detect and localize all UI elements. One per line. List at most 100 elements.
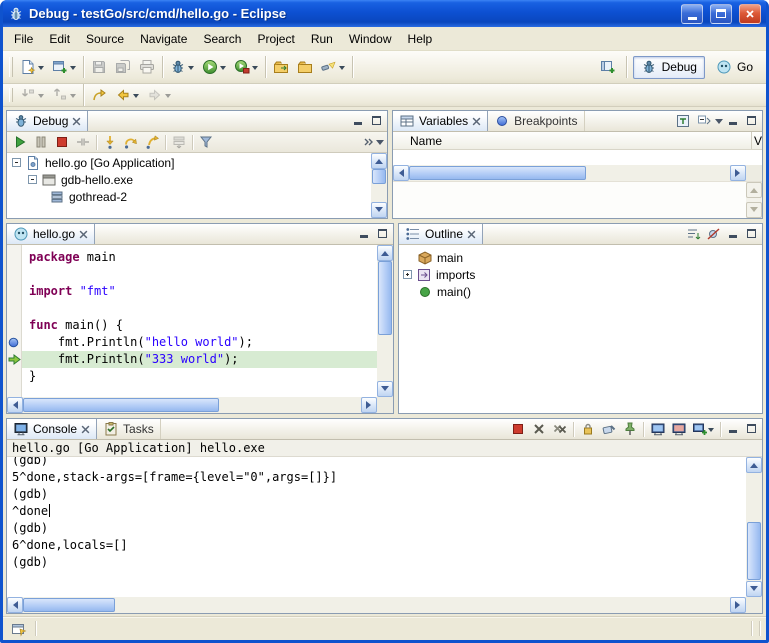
debug-launch-button[interactable] [166,55,198,80]
sort-button[interactable] [683,226,702,243]
scroll-left-button[interactable] [7,597,23,613]
next-annotation-button[interactable] [16,86,48,105]
terminate-button[interactable] [52,133,72,151]
tree-item-process[interactable]: gdb-hello.exe [7,171,371,188]
search-button[interactable] [317,55,349,80]
outline-item-imports[interactable]: imports [399,266,762,283]
code-editor[interactable]: package main import "fmt" func main() { … [22,245,377,397]
expander-icon[interactable] [12,158,21,167]
menu-search[interactable]: Search [195,29,249,49]
scroll-thumb[interactable] [372,169,386,184]
menu-run[interactable]: Run [303,29,341,49]
maximize-view-button[interactable] [743,227,759,242]
tab-variables[interactable]: Variables [393,111,488,131]
scroll-track[interactable] [409,165,730,181]
scroll-right-button[interactable] [361,397,377,413]
step-return-button[interactable] [142,133,162,151]
code-line[interactable]: func main() { [29,317,377,334]
maximize-view-button[interactable] [368,114,384,129]
scroll-track[interactable] [23,397,361,413]
close-tab-icon[interactable] [467,230,476,239]
show-stderr-button[interactable] [669,421,688,438]
detail-text-area[interactable] [393,182,746,218]
menu-project[interactable]: Project [249,29,302,49]
new-element-button[interactable] [48,55,80,80]
variables-tree[interactable] [393,150,762,165]
minimize-button[interactable] [681,4,703,24]
tree-item-thread[interactable]: gothread-2 [7,188,371,205]
console-output[interactable]: (gdb) 5^done,stack-args=[frame={level="0… [7,457,746,597]
fast-view-button[interactable] [9,620,28,637]
resume-button[interactable] [10,133,30,151]
collapse-all-button[interactable] [694,113,713,130]
back-button[interactable] [111,86,143,105]
step-over-button[interactable] [121,133,141,151]
suspend-button[interactable] [31,133,51,151]
open-resource-button[interactable] [293,55,317,80]
scroll-track[interactable] [23,597,730,613]
tree-item-launch[interactable]: hello.go [Go Application] [7,154,371,171]
scroll-thumb[interactable] [23,398,219,412]
expander-icon[interactable] [28,175,37,184]
toolbar-overflow-icon[interactable] [363,136,375,148]
minimize-view-button[interactable] [725,114,741,129]
open-perspective-button[interactable] [596,55,620,80]
tab-tasks[interactable]: Tasks [97,419,161,439]
remove-all-launches-button[interactable] [550,421,569,438]
title-bar[interactable]: Debug - testGo/src/cmd/hello.go - Eclips… [3,0,766,27]
close-tab-icon[interactable] [472,117,481,126]
scroll-up-button[interactable] [371,153,387,169]
last-edit-location-button[interactable] [87,86,111,105]
scroll-thumb[interactable] [747,522,761,580]
toolbar-drag-handle[interactable] [9,88,13,102]
breakpoint-icon[interactable] [8,337,19,348]
code-line[interactable]: import "fmt" [29,283,377,300]
pin-console-button[interactable] [620,421,639,438]
minimize-view-button[interactable] [350,114,366,129]
new-wizard-button[interactable] [16,55,48,80]
view-menu-icon[interactable] [376,140,384,149]
minimize-view-button[interactable] [356,227,372,242]
code-line[interactable]: package main [29,249,377,266]
scroll-down-button[interactable] [377,381,393,397]
step-filters-button[interactable] [196,133,216,151]
scroll-left-button[interactable] [7,397,23,413]
outline-item-main-func[interactable]: main() [399,283,762,300]
disconnect-button[interactable] [73,133,93,151]
open-element-button[interactable] [269,55,293,80]
close-tab-icon[interactable] [81,425,90,434]
hide-fields-button[interactable] [704,226,723,243]
save-all-button[interactable] [111,55,135,80]
close-button[interactable] [739,4,761,24]
scroll-down-button[interactable] [746,581,762,597]
scroll-thumb[interactable] [23,598,115,612]
maximize-view-button[interactable] [374,227,390,242]
tab-debug[interactable]: Debug [7,111,88,131]
tab-console[interactable]: Console [7,419,97,439]
menu-file[interactable]: File [6,29,41,49]
scroll-thumb[interactable] [409,166,586,180]
remove-launch-button[interactable] [529,421,548,438]
step-into-button[interactable] [100,133,120,151]
code-line[interactable]: } [29,368,377,385]
tab-breakpoints[interactable]: Breakpoints [488,111,584,131]
drop-to-frame-button[interactable] [169,133,189,151]
minimize-view-button[interactable] [725,227,741,242]
toolbar-drag-handle[interactable] [9,57,13,77]
scroll-lock-button[interactable] [578,421,597,438]
menu-edit[interactable]: Edit [41,29,78,49]
scroll-track[interactable] [377,261,393,381]
perspective-go-button[interactable]: Go [708,56,761,79]
close-tab-icon[interactable] [79,230,88,239]
minimize-view-button[interactable] [725,422,741,437]
tab-outline[interactable]: Outline [399,224,483,244]
perspective-debug-button[interactable]: Debug [633,56,705,79]
menu-navigate[interactable]: Navigate [132,29,195,49]
terminate-button[interactable] [508,421,527,438]
menu-window[interactable]: Window [341,29,400,49]
scroll-thumb[interactable] [378,261,392,335]
show-type-names-button[interactable] [673,113,692,130]
scroll-left-button[interactable] [393,165,409,181]
run-launch-button[interactable] [198,55,230,80]
menu-help[interactable]: Help [400,29,441,49]
